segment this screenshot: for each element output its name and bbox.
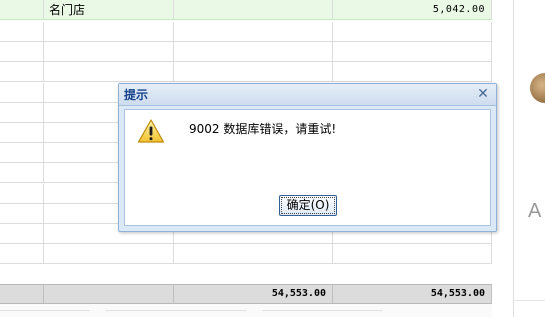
table-cell bbox=[174, 42, 333, 62]
table-cell bbox=[0, 102, 44, 122]
table-cell bbox=[174, 62, 333, 82]
close-icon[interactable]: ✕ bbox=[476, 87, 490, 101]
dialog-title: 提示 bbox=[124, 88, 149, 102]
table-cell bbox=[0, 0, 44, 19]
dialog-title-bar[interactable]: 提示 ✕ bbox=[119, 84, 496, 106]
table-cell bbox=[333, 244, 492, 264]
store-name-cell: 名门店 bbox=[44, 0, 174, 19]
table-row[interactable] bbox=[0, 22, 492, 42]
horizontal-scrollbar[interactable] bbox=[0, 304, 492, 317]
side-letter: A bbox=[528, 200, 542, 222]
table-cell bbox=[174, 0, 333, 19]
table-cell bbox=[0, 163, 44, 183]
table-cell bbox=[333, 22, 492, 41]
table-cell bbox=[44, 62, 174, 82]
table-cell bbox=[0, 224, 44, 243]
table-cell bbox=[0, 285, 44, 303]
table-cell bbox=[0, 82, 44, 102]
total-col4: 54,553.00 bbox=[333, 285, 492, 303]
side-panel: A bbox=[513, 0, 545, 317]
table-row[interactable] bbox=[0, 244, 492, 265]
dialog-message: 9002 数据库错误，请重试! bbox=[189, 122, 337, 136]
table-cell bbox=[174, 22, 333, 41]
table-row[interactable]: 名门店 5,042.00 bbox=[0, 0, 492, 20]
table-cell bbox=[44, 42, 174, 62]
table-cell bbox=[174, 244, 333, 264]
avatar[interactable] bbox=[530, 73, 545, 103]
ok-button[interactable]: 确定(O) bbox=[279, 195, 337, 216]
table-cell bbox=[0, 123, 44, 142]
table-cell bbox=[0, 244, 44, 264]
table-cell bbox=[0, 183, 44, 203]
table-cell bbox=[0, 62, 44, 82]
table-cell bbox=[333, 42, 492, 62]
table-cell bbox=[0, 203, 44, 223]
table-cell bbox=[0, 143, 44, 163]
table-cell bbox=[0, 22, 44, 41]
table-row[interactable] bbox=[0, 42, 492, 63]
dialog-body: 9002 数据库错误，请重试! 确定(O) bbox=[124, 109, 491, 226]
table-cell bbox=[0, 42, 44, 62]
totals-row: 54,553.00 54,553.00 bbox=[0, 284, 492, 304]
warning-icon bbox=[137, 119, 165, 143]
table-cell bbox=[44, 244, 174, 264]
table-cell bbox=[44, 285, 174, 303]
total-col3: 54,553.00 bbox=[174, 285, 333, 303]
amount-cell: 5,042.00 bbox=[333, 0, 492, 19]
divider bbox=[514, 300, 545, 301]
table-cell bbox=[44, 22, 174, 41]
table-cell bbox=[333, 62, 492, 82]
alert-dialog: 提示 ✕ 9002 数据库错误，请重试! 确定(O) bbox=[118, 83, 497, 232]
table-row[interactable] bbox=[0, 62, 492, 83]
